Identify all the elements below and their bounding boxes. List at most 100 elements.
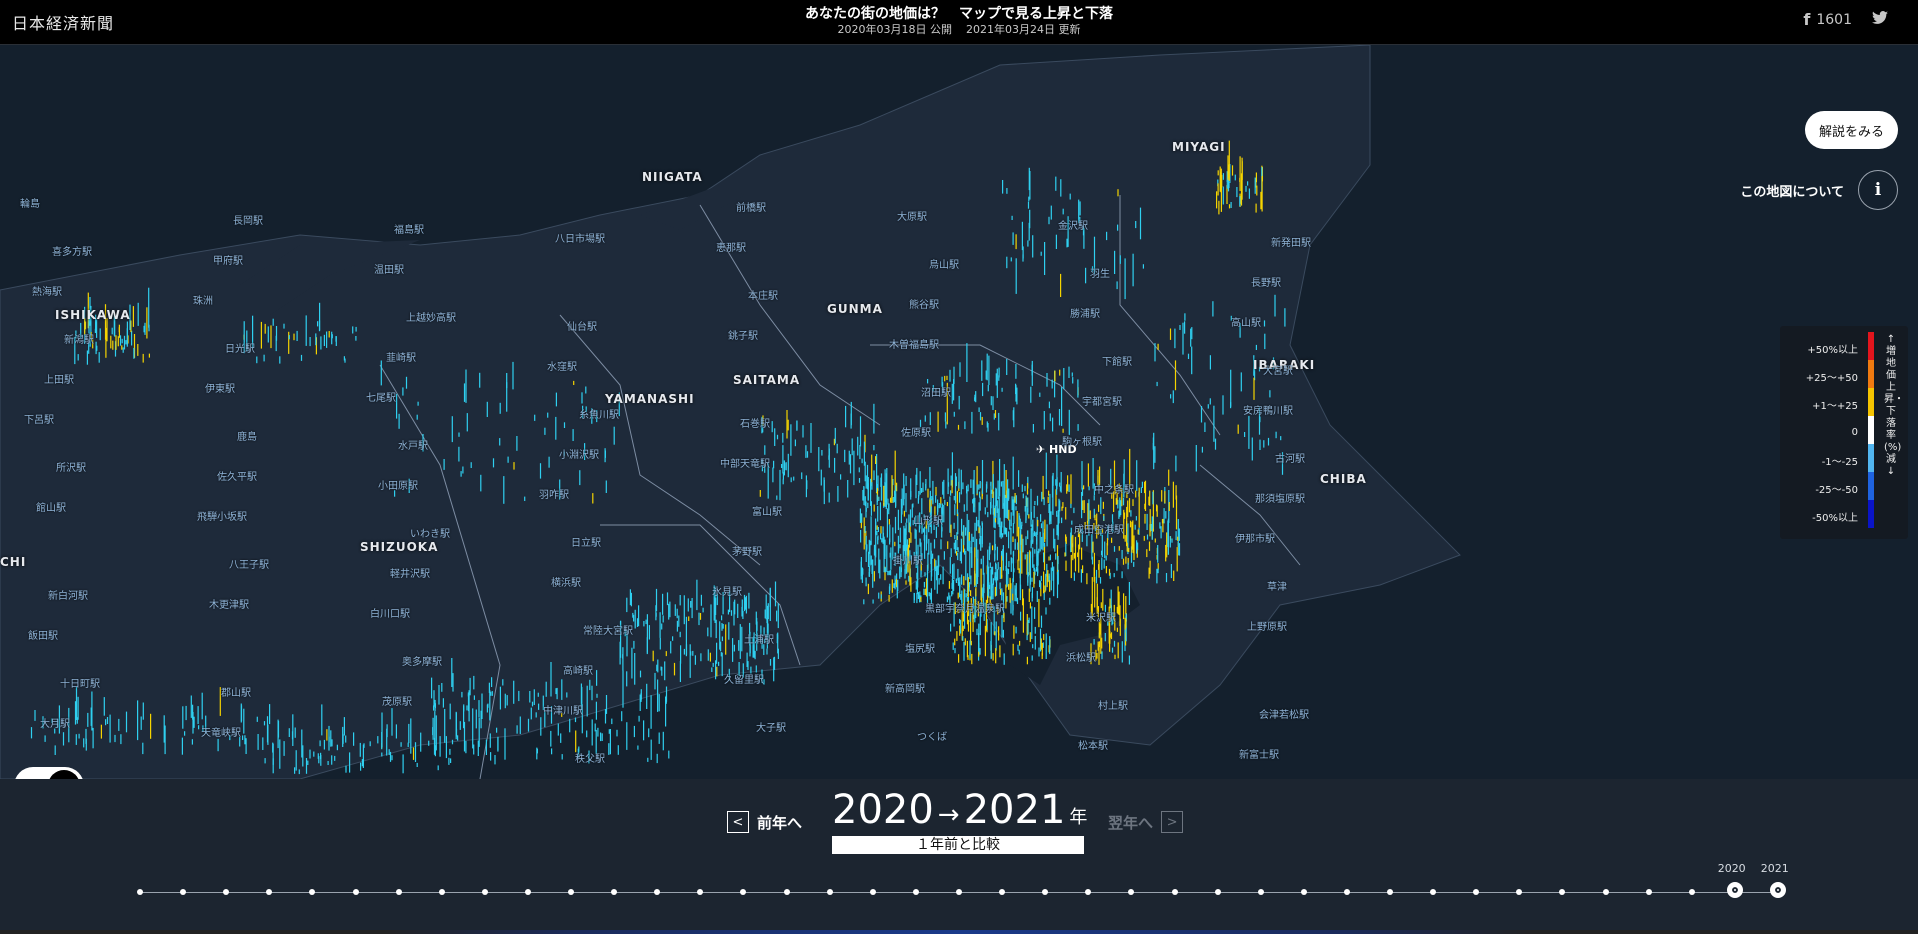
year-timeline[interactable]: 2020 2021 [137,862,1789,898]
timeline-tick[interactable] [999,889,1006,895]
timeline-tick[interactable] [309,889,316,895]
station-label: 佐久平駅 [217,472,257,483]
timeline-tick[interactable] [1300,889,1307,895]
timeline-tick[interactable] [1085,889,1092,895]
next-year-button[interactable]: 翌年へ > [1108,811,1184,833]
timeline-tick[interactable] [223,889,230,895]
timeline-tick[interactable] [1516,889,1523,895]
timeline-year-marker[interactable] [1726,882,1743,898]
year-range: 2020 → 2021 年 [832,787,1087,833]
timeline-tick[interactable] [137,889,143,895]
facebook-icon[interactable]: f [1803,10,1810,29]
station-label: 久留里駅 [724,675,764,686]
toggle-3d[interactable]: 3D [48,770,80,779]
station-label: 茂原駅 [382,697,412,708]
timeline-tick[interactable] [826,889,833,895]
station-label: 富山駅 [752,507,782,518]
timeline-tick[interactable] [352,889,359,895]
station-label: 中津川駅 [543,706,583,717]
explain-button[interactable]: 解説をみる [1804,111,1898,149]
legend-swatch [1868,472,1874,500]
region-label: ISHIKAWA [55,308,131,322]
timeline-tick[interactable] [1257,889,1264,895]
station-label: 安房鴨川駅 [1243,406,1293,417]
station-label: 宇都宮駅 [1082,397,1122,408]
timeline-tick[interactable] [1602,889,1609,895]
station-label: 白川口駅 [370,609,410,620]
region-label: MIYAGI [1172,140,1226,154]
page-title: あなたの街の地価は？ マップで見る上昇と下落 [805,6,1113,22]
station-label: 熊谷駅 [909,300,939,311]
region-label: SAITAMA [733,373,801,387]
timeline-tick[interactable] [438,889,445,895]
timeline-tick[interactable] [266,889,273,895]
station-label: 秩父駅 [575,754,605,765]
map-canvas[interactable] [0,45,1918,779]
timeline-tick[interactable] [1688,889,1695,895]
header: 日本経済新聞 あなたの街の地価は？ マップで見る上昇と下落 2020年03月18… [0,0,1918,45]
legend-item: -1〜-25 [1821,456,1858,468]
station-label: 山形駅 [913,516,943,527]
timeline-tick[interactable] [395,889,402,895]
station-label: 大月駅 [40,719,70,730]
timeline-tick[interactable] [654,889,661,895]
timeline-tick[interactable] [740,889,747,895]
timeline-tick[interactable] [481,889,488,895]
timeline-tick[interactable] [611,889,618,895]
station-label: 駒ヶ根駅 [1062,437,1102,448]
station-label: 上野原駅 [1247,622,1287,633]
timeline-tick[interactable] [1559,889,1566,895]
station-label: 松本駅 [1078,741,1108,752]
legend-swatch [1868,360,1874,388]
about-map-button[interactable]: この地図について i [1740,170,1898,210]
timeline-tick[interactable] [568,889,575,895]
timeline-tick[interactable] [1343,889,1350,895]
prev-year-button[interactable]: < 前年へ [727,811,802,833]
station-label: 草津 [1267,582,1287,593]
station-label: 中部天竜駅 [720,459,770,470]
station-label: 中之条駅 [1094,485,1134,496]
legend-item: -25〜-50 [1815,484,1858,496]
station-label: 会津若松駅 [1259,710,1309,721]
station-label: 羽咋駅 [539,490,569,501]
year-from: 2020 [832,787,934,833]
twitter-icon[interactable] [1872,10,1888,29]
timeline-tick[interactable] [783,889,790,895]
station-label: 八王子駅 [229,560,269,571]
station-label: 韮崎駅 [386,353,416,364]
updated-date: 2021年03月24日 更新 [966,23,1081,36]
station-label: 茅野駅 [732,547,762,558]
timeline-tick[interactable] [869,889,876,895]
chevron-left-icon: < [727,811,749,833]
timeline-year-marker[interactable] [1770,882,1786,898]
timeline-tick[interactable] [1387,889,1394,895]
station-label: 銚子駅 [728,331,758,342]
timeline-tick[interactable] [180,889,187,895]
timeline-tick[interactable] [1473,889,1480,895]
info-icon[interactable]: i [1858,170,1898,210]
timeline-tick[interactable] [1128,889,1135,895]
station-label: 高山駅 [1231,318,1261,329]
dimension-toggle[interactable]: 2D 3D [14,767,84,779]
timeline-tick[interactable] [1645,889,1652,895]
timeline-tick[interactable] [697,889,704,895]
legend-swatch [1868,332,1874,360]
share-count: 1601 [1816,11,1852,28]
legend-item: +50%以上 [1807,344,1858,356]
station-label: 上田駅 [44,375,74,386]
timeline-tick[interactable] [1171,889,1178,895]
station-label: 日光駅 [225,344,255,355]
region-label: CHIBA [1320,472,1367,486]
timeline-tick[interactable] [912,889,919,895]
timeline-tick[interactable] [956,889,962,895]
timeline-tick[interactable] [1430,889,1437,895]
station-label: 十日町駅 [60,679,100,690]
timeline-tick[interactable] [1214,889,1221,895]
station-label: 珠洲 [193,296,213,307]
station-label: 浜松駅 [1066,653,1096,664]
timeline-tick[interactable] [524,889,531,895]
timeline-tick[interactable] [1042,889,1049,895]
legend-swatch [1868,500,1874,528]
land-price-map[interactable]: NIIGATA MIYAGI GUNMA ISHIKAWA SAITAMA YAMANAS… [0,45,1918,779]
next-year-label: 翌年へ [1108,813,1154,832]
